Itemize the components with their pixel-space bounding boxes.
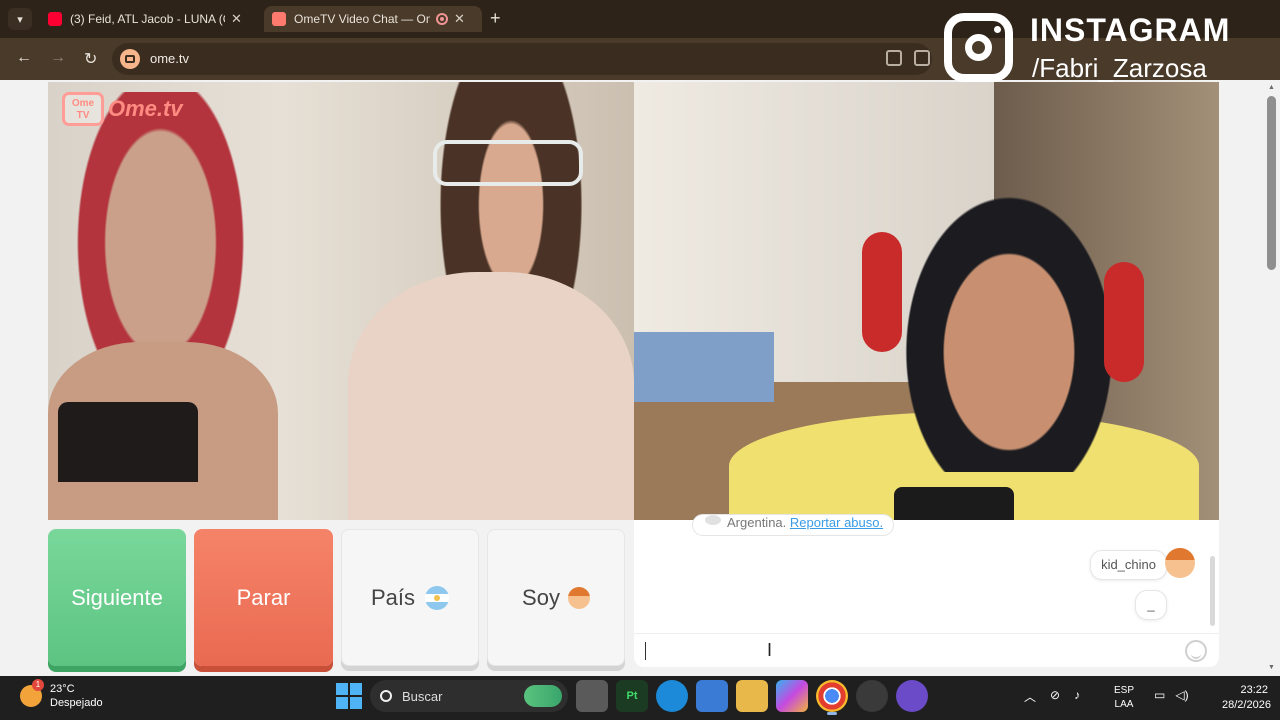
scroll-up-icon[interactable]: ▲ [1268,84,1275,91]
chat-input[interactable]: I [634,633,1219,667]
site-info-icon[interactable] [120,49,140,69]
tab-ometv[interactable]: OmeTV Video Chat — Ome ✕ [264,6,482,32]
premiere-icon[interactable]: Pt [616,680,648,712]
close-icon[interactable]: ✕ [231,11,242,27]
language-indicator[interactable]: ESP LAA [1114,684,1134,712]
camera-off-icon[interactable]: ⊘ [1050,688,1060,705]
tab-youtube[interactable]: (3) Feid, ATL Jacob - LUNA (Offi ✕ [40,6,258,32]
network-icon[interactable]: ▭ [1154,688,1165,702]
avatar [1165,548,1195,578]
microphone-icon[interactable]: ♪ [1074,688,1080,705]
stop-button[interactable]: Parar [194,529,333,666]
country-label: País [370,584,416,610]
system-country: Argentina. [727,515,787,530]
flag-icon [705,515,721,525]
forward-icon[interactable]: → [50,49,66,67]
overlay-handle: /Fabri_Zarzosa [1032,53,1207,83]
country-filter-button[interactable]: País [341,529,479,666]
chat-app-icon[interactable] [896,680,928,712]
report-abuse-link[interactable]: Reportar abuso. [790,515,883,530]
lang-bottom: LAA [1114,699,1134,710]
mouse-cursor-icon: I [767,640,773,660]
weather-icon: 1 [20,679,44,707]
reload-icon[interactable]: ↻ [84,49,97,69]
chrome-icon[interactable] [816,680,848,715]
argentina-flag-icon [425,585,450,610]
address-bar[interactable]: ome.tv [112,43,932,75]
ometv-icon [272,12,286,26]
gender-label: Soy [522,584,560,610]
weather-desc: Despejado [50,697,103,709]
file-explorer-icon[interactable] [736,680,768,712]
instagram-icon [944,13,1013,82]
weather-temp: 23°C [50,683,75,695]
search-placeholder: Buscar [402,688,443,704]
url-text: ome.tv [150,51,190,66]
edge-icon[interactable] [656,680,688,712]
store-icon[interactable] [696,680,728,712]
boy-icon [567,586,590,609]
overlay-title: INSTAGRAM [1030,12,1231,48]
gender-button[interactable]: Soy [487,529,625,666]
emoji-icon[interactable] [1185,640,1207,662]
stop-label: Parar [236,584,291,610]
search-icon [380,690,392,702]
search-highlight-icon [524,685,562,707]
m365-icon[interactable] [776,680,808,712]
lang-top: ESP [1114,685,1135,696]
start-icon[interactable] [336,683,362,709]
weather-widget[interactable]: 1 23°C Despejado [20,679,103,710]
ometv-logo: Ome TV Ome.tv [62,92,183,126]
next-label: Siguiente [71,584,163,610]
tab-search-button[interactable]: ▾ [8,8,32,30]
tab-label: (3) Feid, ATL Jacob - LUNA (Offi [70,12,225,26]
chat-scrollbar[interactable] [1210,556,1215,626]
scroll-down-icon[interactable]: ▼ [1268,664,1275,671]
recording-icon [436,13,448,25]
chevron-up-icon[interactable]: ︿ [1024,688,1036,705]
new-tab-button[interactable]: + [490,8,501,29]
scrollbar-thumb[interactable] [1267,96,1276,270]
translate-icon[interactable] [886,50,902,66]
back-icon[interactable]: ← [16,49,32,67]
text-caret [645,642,646,660]
chat-panel: Argentina. Reportar abuso. kid_chino _ I [634,514,1219,667]
system-message: Argentina. Reportar abuso. [692,514,895,536]
clock-date: 28/2/2026 [1222,699,1271,711]
chat-message: _ [1135,590,1167,620]
obs-icon[interactable] [856,680,888,712]
clock[interactable]: 23:22 28/2/2026 [1222,683,1271,713]
tab-label: OmeTV Video Chat — Ome [294,12,430,26]
taskbar: 1 23°C Despejado Buscar Pt ︿ ⊘ ♪ ESP LAA… [0,676,1280,720]
task-view-icon[interactable] [576,680,608,712]
cast-icon[interactable] [914,50,930,66]
notification-badge: 1 [32,679,44,691]
stranger-video: Ome TV Ome.tv [48,82,634,520]
chat-message: kid_chino [1090,550,1167,580]
volume-icon[interactable]: ◁) [1175,688,1188,702]
youtube-icon [48,12,62,26]
taskbar-search[interactable]: Buscar [370,680,568,712]
next-button[interactable]: Siguiente [48,529,186,666]
close-icon[interactable]: ✕ [454,11,465,27]
clock-time: 23:22 [1240,684,1268,696]
microphone [894,487,1014,520]
self-video [634,82,1219,520]
